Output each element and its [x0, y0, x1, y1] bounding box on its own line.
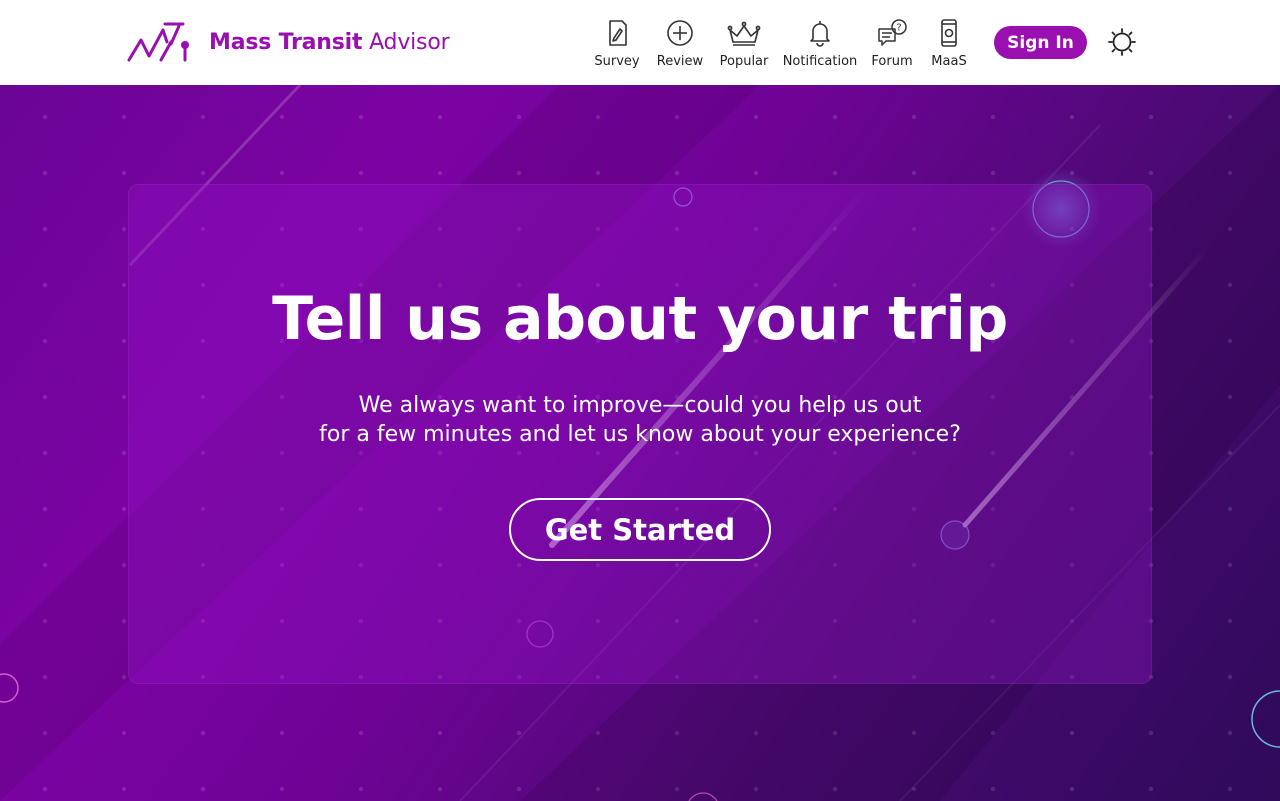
nav-item-notification[interactable]: Notification [776, 18, 864, 69]
hero-subtitle-line-1: We always want to improve—could you help… [358, 393, 922, 418]
nav-item-popular[interactable]: Popular [713, 18, 775, 69]
main-nav: Survey Review Popular Notification ? For… [586, 18, 978, 69]
brand-name-strong: Mass Transit [209, 29, 363, 55]
hero-title: Tell us about your trip [272, 284, 1008, 354]
bell-icon [810, 21, 830, 47]
top-navbar: Mass Transit Advisor Survey Review Popul… [0, 0, 1280, 85]
nav-label-review: Review [656, 54, 704, 69]
nav-label-notification: Notification [782, 54, 858, 69]
brand-link[interactable]: Mass Transit Advisor [127, 20, 450, 64]
crown-icon [727, 21, 761, 46]
brand-name: Mass Transit Advisor [209, 29, 450, 55]
svg-text:?: ? [896, 23, 901, 34]
nav-item-review[interactable]: Review [648, 18, 712, 69]
phone-icon [941, 19, 957, 47]
hero-subtitle-line-2: for a few minutes and let us know about … [319, 422, 961, 447]
nav-item-survey[interactable]: Survey [586, 18, 648, 69]
sign-in-button[interactable]: Sign In [994, 26, 1087, 59]
hero-section: Tell us about your trip We always want t… [0, 85, 1280, 801]
nav-label-maas: MaaS [931, 54, 967, 69]
mta-logo-icon [127, 22, 189, 62]
sun-icon[interactable] [1108, 28, 1136, 56]
survey-icon [609, 20, 627, 46]
nav-item-maas[interactable]: MaaS [920, 18, 978, 69]
nav-label-survey: Survey [594, 54, 640, 69]
brand-name-light: Advisor [369, 29, 450, 55]
forum-chat-icon: ? [878, 19, 907, 46]
nav-label-forum: Forum [871, 54, 913, 69]
survey-intro-card: Tell us about your trip We always want t… [128, 184, 1152, 684]
plus-circle-icon [667, 20, 693, 46]
nav-item-forum[interactable]: ? Forum [864, 18, 920, 69]
hero-subtitle: We always want to improve—could you help… [128, 391, 1152, 449]
nav-label-popular: Popular [719, 54, 769, 69]
get-started-button[interactable]: Get Started [509, 498, 771, 561]
